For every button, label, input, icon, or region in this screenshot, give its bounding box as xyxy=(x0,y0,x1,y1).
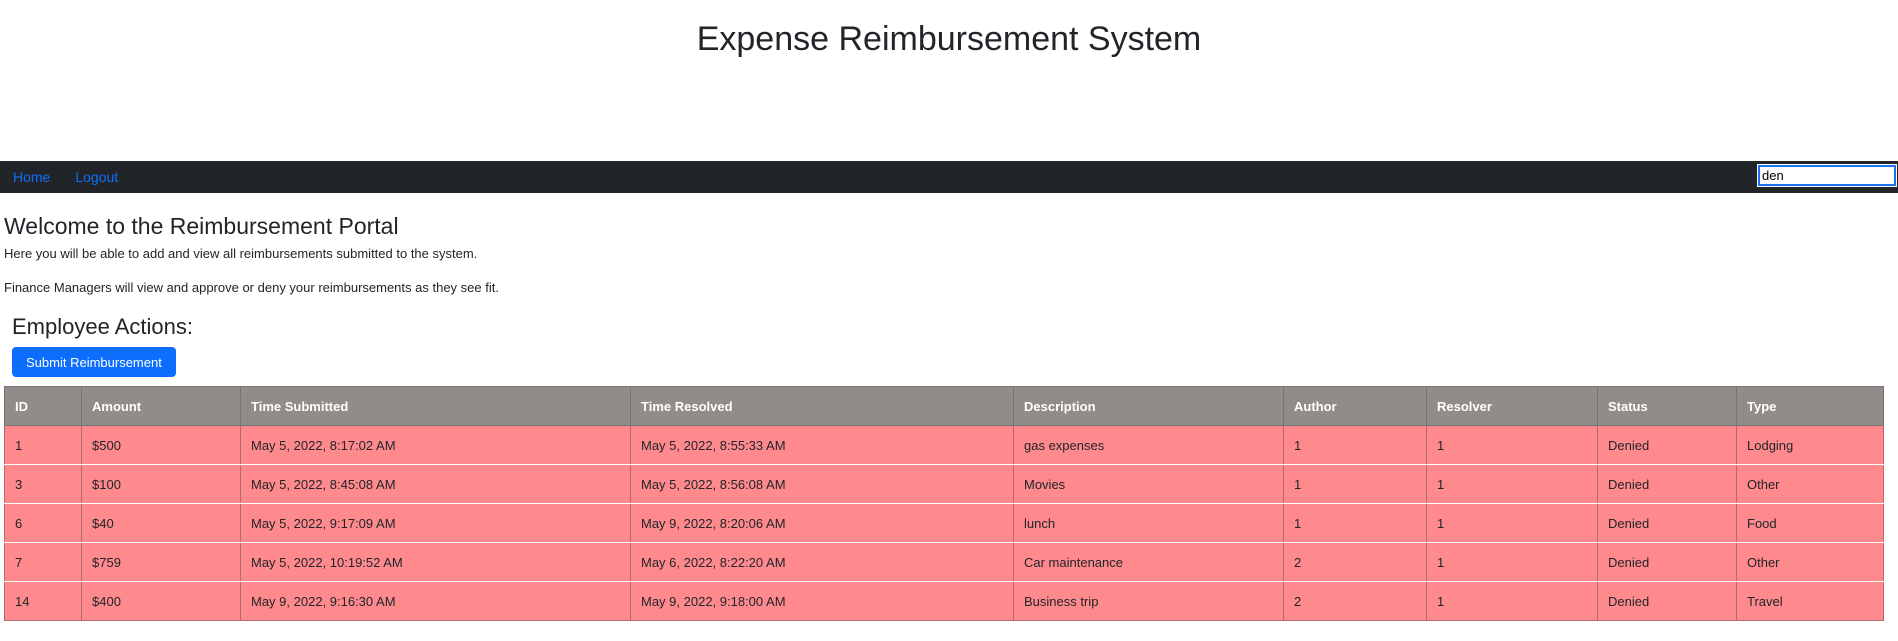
welcome-text-1: Here you will be able to add and view al… xyxy=(4,246,478,261)
column-header-time-resolved: Time Resolved xyxy=(630,386,1014,426)
employee-actions: Employee Actions: Submit Reimbursement xyxy=(0,314,1898,377)
cell-amount: $40 xyxy=(81,503,241,543)
cell-type: Food xyxy=(1736,503,1884,543)
table-row: 14 $400 May 9, 2022, 9:16:30 AM May 9, 2… xyxy=(4,581,1884,621)
cell-amount: $759 xyxy=(81,542,241,582)
cell-id: 14 xyxy=(4,581,82,621)
cell-status: Denied xyxy=(1597,464,1737,504)
cell-resolver: 1 xyxy=(1426,542,1598,582)
table-header-row: ID Amount Time Submitted Time Resolved D… xyxy=(4,386,1884,426)
cell-type: Lodging xyxy=(1736,425,1884,465)
submit-reimbursement-button[interactable]: Submit Reimbursement xyxy=(12,347,176,377)
cell-author: 1 xyxy=(1283,503,1427,543)
table-row: 6 $40 May 5, 2022, 9:17:09 AM May 9, 202… xyxy=(4,503,1884,543)
cell-amount: $100 xyxy=(81,464,241,504)
cell-amount: $500 xyxy=(81,425,241,465)
column-header-time-submitted: Time Submitted xyxy=(240,386,631,426)
column-header-resolver: Resolver xyxy=(1426,386,1598,426)
cell-author: 1 xyxy=(1283,464,1427,504)
employee-actions-heading: Employee Actions: xyxy=(12,314,193,339)
search-input[interactable] xyxy=(1757,164,1897,187)
nav-home-link[interactable]: Home xyxy=(13,169,50,185)
nav-logout-link[interactable]: Logout xyxy=(75,169,118,185)
cell-id: 1 xyxy=(4,425,82,465)
cell-author: 2 xyxy=(1283,542,1427,582)
cell-time-submitted: May 5, 2022, 10:19:52 AM xyxy=(240,542,631,582)
page-title: Expense Reimbursement System xyxy=(696,20,1202,58)
cell-id: 6 xyxy=(4,503,82,543)
cell-time-resolved: May 9, 2022, 9:18:00 AM xyxy=(630,581,1014,621)
cell-status: Denied xyxy=(1597,542,1737,582)
cell-status: Denied xyxy=(1597,581,1737,621)
cell-description: Business trip xyxy=(1013,581,1284,621)
cell-resolver: 1 xyxy=(1426,581,1598,621)
reimbursements-table: ID Amount Time Submitted Time Resolved D… xyxy=(4,386,1884,621)
column-header-status: Status xyxy=(1597,386,1737,426)
cell-description: gas expenses xyxy=(1013,425,1284,465)
cell-type: Other xyxy=(1736,542,1884,582)
column-header-type: Type xyxy=(1736,386,1884,426)
cell-author: 1 xyxy=(1283,425,1427,465)
navbar: Home Logout xyxy=(0,161,1898,193)
column-header-id: ID xyxy=(4,386,82,426)
table-row: 3 $100 May 5, 2022, 8:45:08 AM May 5, 20… xyxy=(4,464,1884,504)
cell-time-submitted: May 9, 2022, 9:16:30 AM xyxy=(240,581,631,621)
table-row: 7 $759 May 5, 2022, 10:19:52 AM May 6, 2… xyxy=(4,542,1884,582)
cell-status: Denied xyxy=(1597,425,1737,465)
cell-description: lunch xyxy=(1013,503,1284,543)
cell-status: Denied xyxy=(1597,503,1737,543)
column-header-amount: Amount xyxy=(81,386,241,426)
cell-resolver: 1 xyxy=(1426,425,1598,465)
cell-type: Other xyxy=(1736,464,1884,504)
reimbursements-table-container: ID Amount Time Submitted Time Resolved D… xyxy=(4,386,1884,621)
cell-time-resolved: May 5, 2022, 8:56:08 AM xyxy=(630,464,1014,504)
cell-description: Car maintenance xyxy=(1013,542,1284,582)
cell-resolver: 1 xyxy=(1426,464,1598,504)
welcome-heading: Welcome to the Reimbursement Portal xyxy=(4,213,399,239)
table-row: 1 $500 May 5, 2022, 8:17:02 AM May 5, 20… xyxy=(4,425,1884,465)
cell-resolver: 1 xyxy=(1426,503,1598,543)
cell-description: Movies xyxy=(1013,464,1284,504)
cell-amount: $400 xyxy=(81,581,241,621)
cell-time-resolved: May 9, 2022, 8:20:06 AM xyxy=(630,503,1014,543)
cell-time-submitted: May 5, 2022, 8:45:08 AM xyxy=(240,464,631,504)
welcome-section: Welcome to the Reimbursement Portal Here… xyxy=(0,213,1898,295)
column-header-description: Description xyxy=(1013,386,1284,426)
column-header-author: Author xyxy=(1283,386,1427,426)
cell-type: Travel xyxy=(1736,581,1884,621)
cell-id: 3 xyxy=(4,464,82,504)
cell-id: 7 xyxy=(4,542,82,582)
welcome-text-2: Finance Managers will view and approve o… xyxy=(4,280,499,295)
cell-author: 2 xyxy=(1283,581,1427,621)
cell-time-submitted: May 5, 2022, 8:17:02 AM xyxy=(240,425,631,465)
cell-time-resolved: May 5, 2022, 8:55:33 AM xyxy=(630,425,1014,465)
cell-time-resolved: May 6, 2022, 8:22:20 AM xyxy=(630,542,1014,582)
cell-time-submitted: May 5, 2022, 9:17:09 AM xyxy=(240,503,631,543)
